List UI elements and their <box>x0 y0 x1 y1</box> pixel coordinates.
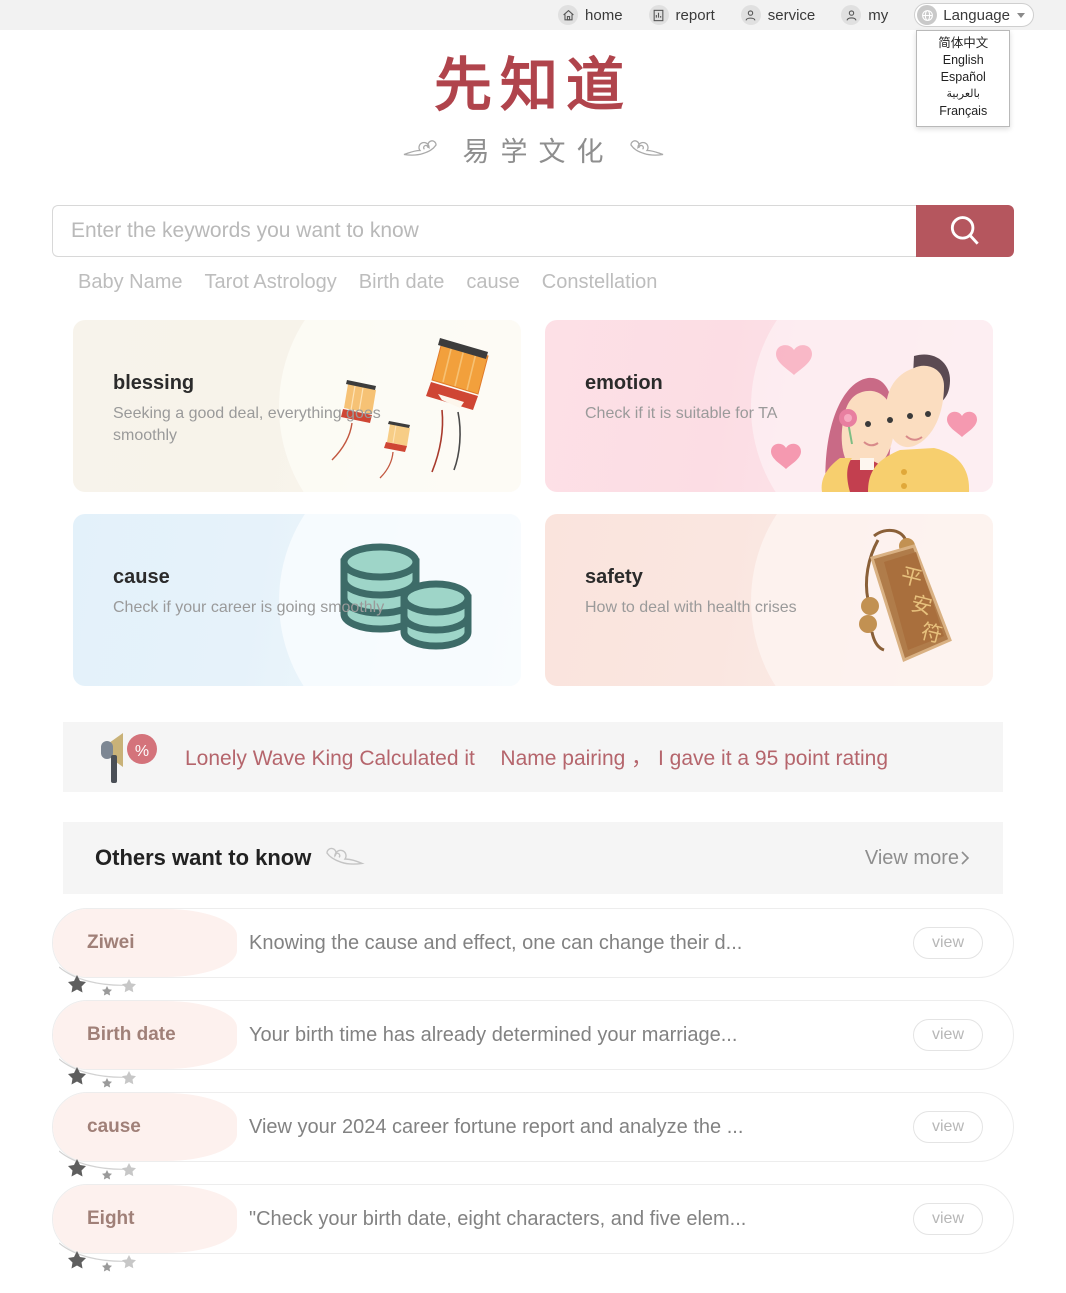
search-icon <box>950 216 979 245</box>
hot-tag-birth-date[interactable]: Birth date <box>359 271 445 294</box>
hot-tag-baby-name[interactable]: Baby Name <box>78 271 183 294</box>
nav-item-my-label: my <box>868 6 889 24</box>
feature-card-blessing[interactable]: blessing Seeking a good deal, everything… <box>73 320 521 492</box>
list-item[interactable]: Birth date Your birth time has already d… <box>52 1000 1014 1088</box>
list-item-tag: Ziwei <box>53 909 237 977</box>
feature-card-cause[interactable]: cause Check if your career is going smoo… <box>73 514 521 686</box>
list-item-view-button[interactable]: view <box>913 1019 983 1051</box>
language-dropdown-menu: 简体中文 English Español بالعربية Français <box>916 30 1011 127</box>
hot-tag-cause[interactable]: cause <box>466 271 519 294</box>
list-item-text: View your 2024 career fortune report and… <box>249 1115 744 1138</box>
nav-item-report-label: report <box>675 6 715 24</box>
list-item-tag: Eight <box>53 1185 237 1253</box>
search-input[interactable] <box>52 205 916 257</box>
nav-item-my[interactable]: my <box>841 5 888 25</box>
card-title: emotion <box>585 372 663 394</box>
cloud-ornament-icon-mirror <box>629 139 663 156</box>
list-item-text: Your birth time has already determined y… <box>249 1023 738 1046</box>
chevron-right-icon <box>961 851 970 865</box>
language-option-zh[interactable]: 简体中文 <box>917 35 1009 52</box>
nav-item-home-label: home <box>585 6 623 24</box>
view-more-button[interactable]: View more <box>865 847 971 870</box>
language-option-en[interactable]: English <box>917 52 1009 69</box>
card-title: blessing <box>113 372 195 394</box>
user-icon <box>841 5 862 25</box>
list-item-text: Knowing the cause and effect, one can ch… <box>249 931 743 954</box>
chevron-down-icon <box>1017 12 1025 18</box>
top-navigation-bar: home report service my Language 简体中文 Eng… <box>0 0 1066 127</box>
card-title: safety <box>585 566 643 588</box>
feature-card-safety[interactable]: 平 安 符 safety How to deal with health cri… <box>545 514 993 686</box>
announcement-banner[interactable]: % Lonely Wave King Calculated it Name pa… <box>63 722 1003 792</box>
nav-item-home[interactable]: home <box>558 5 623 25</box>
list-item-text: "Check your birth date, eight characters… <box>249 1207 747 1230</box>
list-item-view-button[interactable]: view <box>913 1111 983 1143</box>
nav-item-service[interactable]: service <box>740 5 816 25</box>
logo-title: 先知道 <box>433 51 632 119</box>
announcement-part-2: Name pairing <box>500 747 626 770</box>
language-option-ar[interactable]: بالعربية <box>917 86 1009 103</box>
megaphone-percent-icon: % <box>101 733 157 783</box>
hot-tag-tarot[interactable]: Tarot Astrology <box>205 271 337 294</box>
list-item-view-button[interactable]: view <box>913 1203 983 1235</box>
list-item[interactable]: Eight "Check your birth date, eight char… <box>52 1184 1014 1272</box>
announcement-part-1: Lonely Wave King Calculated it <box>185 747 475 770</box>
search-bar <box>52 205 1014 257</box>
hot-keyword-list: Baby Name Tarot Astrology Birth date cau… <box>52 271 1014 294</box>
announcement-separator: ， <box>631 747 653 770</box>
feature-card-emotion[interactable]: emotion Check if it is suitable for TA <box>545 320 993 492</box>
announcement-text: Lonely Wave King Calculated it Name pair… <box>185 742 888 772</box>
card-description: Check if your career is going smoothly <box>113 599 385 616</box>
list-item[interactable]: Ziwei Knowing the cause and effect, one … <box>52 908 1014 996</box>
list-item-tag: Birth date <box>53 1001 237 1069</box>
hot-tag-constellation[interactable]: Constellation <box>542 271 658 294</box>
language-button-label: Language <box>943 6 1010 24</box>
card-description: How to deal with health crises <box>585 599 797 616</box>
home-icon <box>558 5 579 25</box>
nav-item-service-label: service <box>767 6 816 24</box>
language-option-es[interactable]: Español <box>917 69 1009 86</box>
site-logo: 先知道 易学文化 <box>0 30 1066 169</box>
nav-item-report[interactable]: report <box>648 5 715 25</box>
card-description: Check if it is suitable for TA <box>585 405 778 422</box>
section-title-group: Others want to know <box>95 845 379 871</box>
list-item-tag: cause <box>53 1093 237 1161</box>
others-want-to-know-header: Others want to know View more <box>63 822 1003 894</box>
language-button[interactable]: Language <box>914 3 1034 27</box>
announcement-part-3: I gave it a 95 point rating <box>658 747 889 770</box>
logo-subtitle-row: 易学文化 <box>0 130 1066 169</box>
service-icon <box>740 5 761 25</box>
card-description: Seeking a good deal, everything goes smo… <box>113 405 381 444</box>
feature-card-grid: blessing Seeking a good deal, everything… <box>73 320 993 686</box>
svg-text:%: % <box>135 743 149 760</box>
language-selector: Language 简体中文 English Español بالعربية F… <box>914 3 1034 127</box>
cloud-ornament-icon <box>403 139 437 156</box>
cloud-ornament-icon <box>326 847 366 865</box>
report-icon <box>648 5 669 25</box>
view-more-label: View more <box>864 846 959 869</box>
globe-icon <box>917 5 938 25</box>
question-list: Ziwei Knowing the cause and effect, one … <box>52 908 1014 1272</box>
section-title: Others want to know <box>95 845 312 870</box>
list-item[interactable]: cause View your 2024 career fortune repo… <box>52 1092 1014 1180</box>
logo-subtitle: 易学文化 <box>462 137 615 168</box>
language-option-fr[interactable]: Français <box>917 103 1009 120</box>
list-item-view-button[interactable]: view <box>913 927 983 959</box>
card-title: cause <box>113 566 170 588</box>
search-button[interactable] <box>916 205 1014 257</box>
